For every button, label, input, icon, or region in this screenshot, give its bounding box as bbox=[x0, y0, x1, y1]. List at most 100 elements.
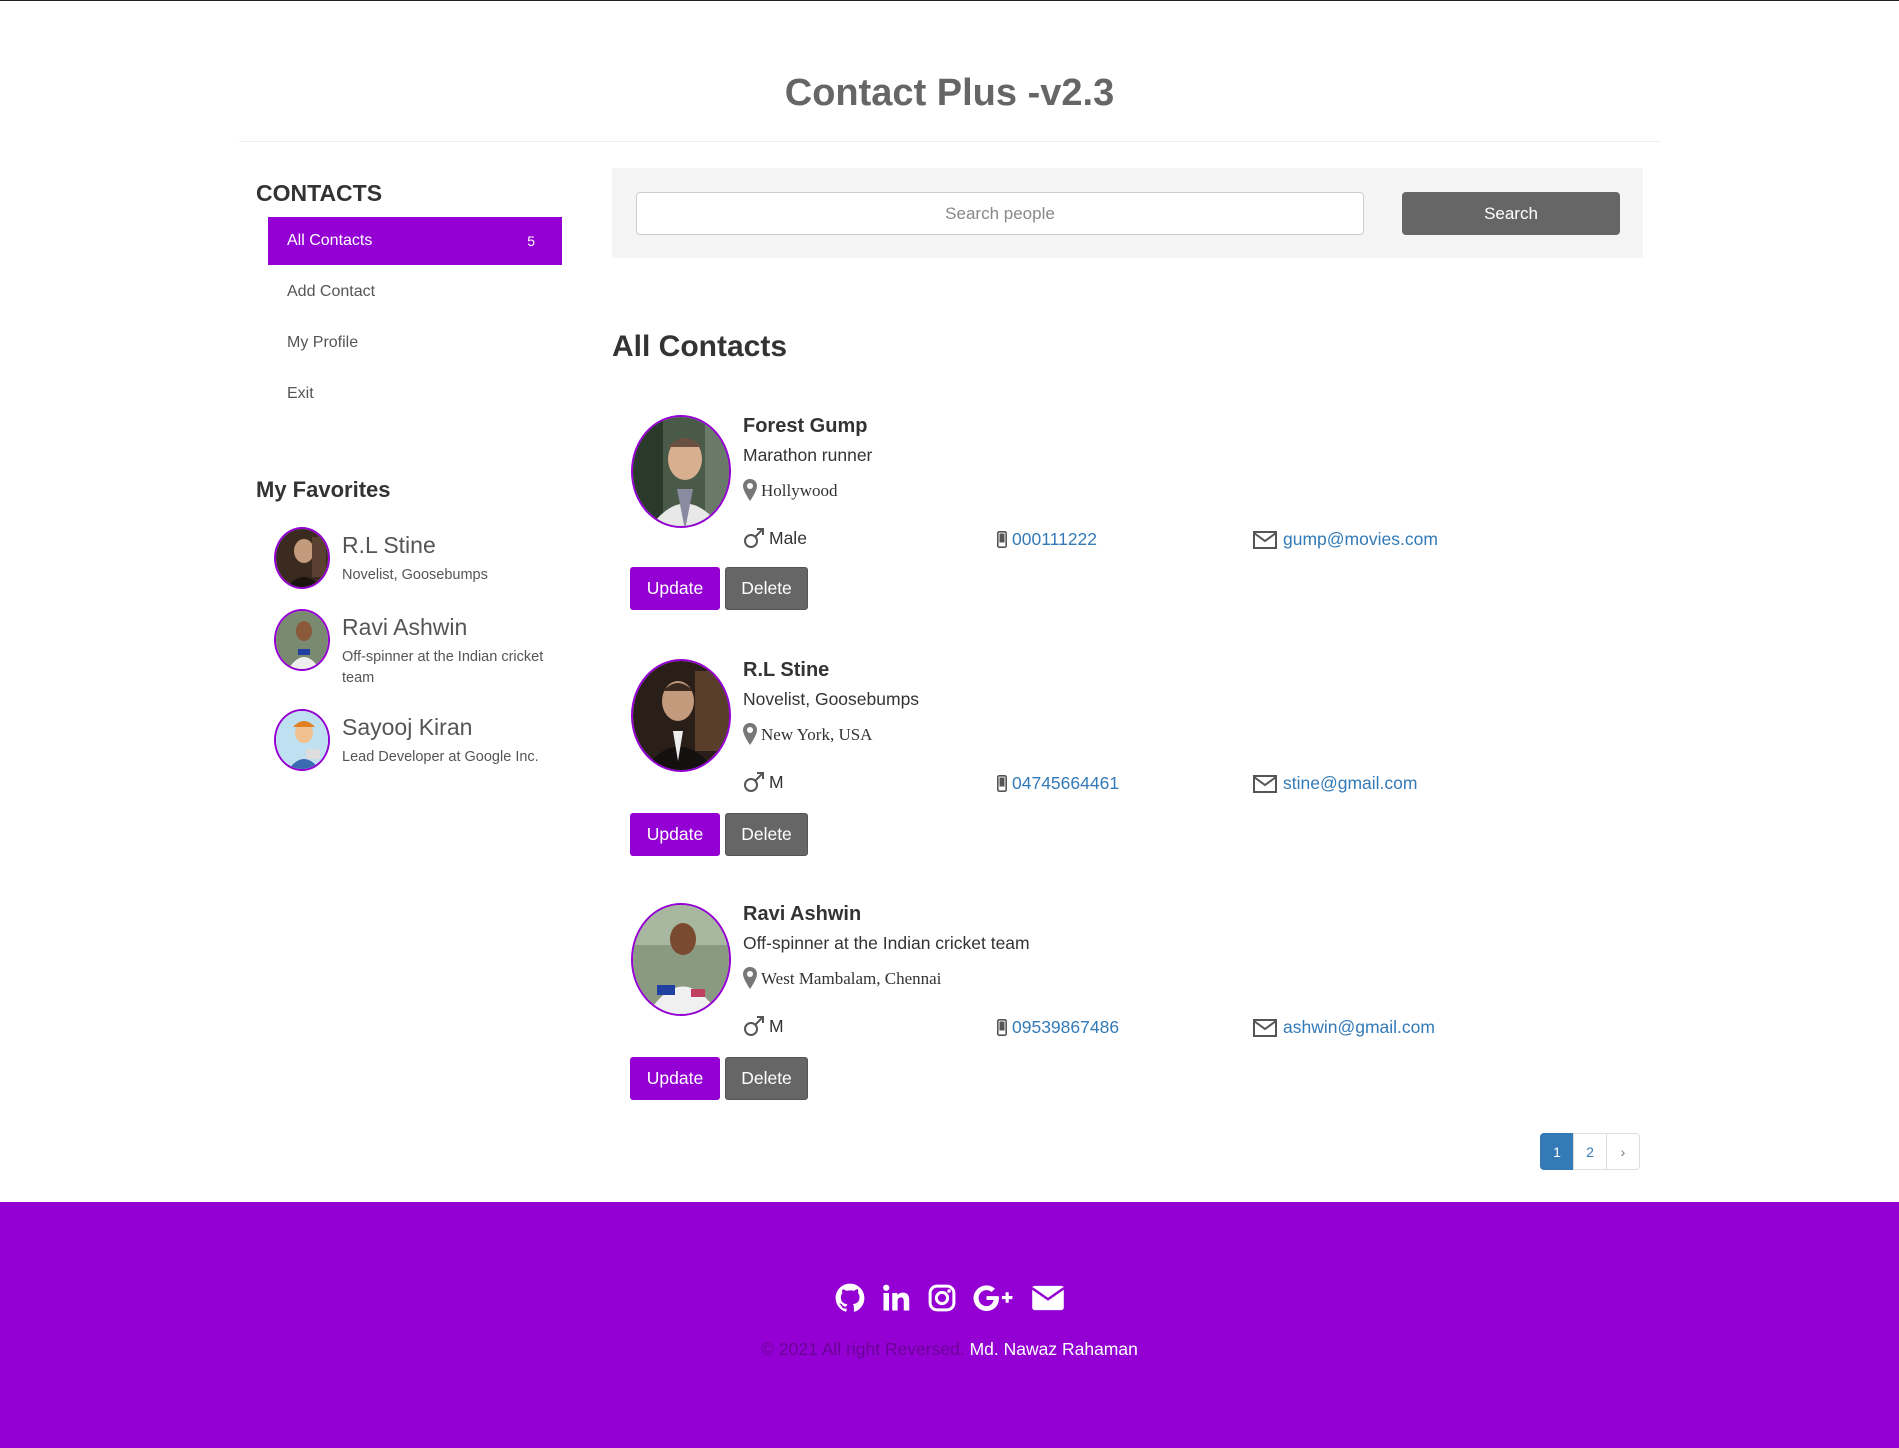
update-button[interactable]: Update bbox=[630, 567, 720, 610]
gender-text: M bbox=[769, 772, 784, 792]
instagram-icon[interactable] bbox=[926, 1282, 958, 1314]
contact-gender: Male bbox=[743, 527, 807, 549]
search-button[interactable]: Search bbox=[1402, 192, 1620, 235]
contact-name: Forest Gump bbox=[743, 415, 868, 437]
avatar bbox=[274, 709, 330, 771]
author-link[interactable]: Md. Nawaz Rahaman bbox=[970, 1339, 1138, 1359]
favorite-desc: Lead Developer at Google Inc. bbox=[342, 749, 539, 765]
phone-link[interactable]: 000111222 bbox=[1012, 529, 1097, 550]
contact-name: R.L Stine bbox=[743, 659, 830, 681]
next-page-button[interactable]: › bbox=[1606, 1133, 1640, 1170]
github-icon[interactable] bbox=[834, 1282, 866, 1314]
gender-text: M bbox=[769, 1016, 784, 1036]
page-1-button[interactable]: 1 bbox=[1540, 1133, 1574, 1170]
contacts-heading: CONTACTS bbox=[256, 180, 383, 206]
avatar bbox=[631, 903, 731, 1016]
sidebar-item-add-contact[interactable]: Add Contact bbox=[268, 268, 562, 316]
envelope-icon bbox=[1253, 1018, 1277, 1037]
contact-description: Novelist, Goosebumps bbox=[743, 689, 920, 709]
update-button[interactable]: Update bbox=[630, 813, 720, 856]
sidebar-item-label: Add Contact bbox=[287, 283, 376, 300]
update-button[interactable]: Update bbox=[630, 1057, 720, 1100]
contact-gender: M bbox=[743, 771, 784, 793]
envelope-icon bbox=[1253, 530, 1277, 549]
favorite-name: Ravi Ashwin bbox=[342, 614, 468, 640]
top-border bbox=[0, 0, 1899, 1]
favorite-desc: Off-spinner at the Indian cricket team bbox=[342, 649, 544, 686]
avatar bbox=[631, 659, 731, 772]
contact-location: West Mambalam, Chennai bbox=[743, 967, 941, 989]
mobile-icon bbox=[997, 775, 1007, 792]
contact-name: Ravi Ashwin bbox=[743, 903, 862, 925]
footer: © 2021 All right Reversed. Md. Nawaz Rah… bbox=[0, 1202, 1899, 1448]
map-marker-icon bbox=[743, 723, 757, 745]
copyright-text: © 2021 All right Reversed. bbox=[761, 1339, 965, 1359]
location-text: New York, USA bbox=[761, 725, 873, 744]
sidebar-nav: All Contacts 5 Add Contact My Profile Ex… bbox=[268, 217, 562, 421]
favorite-item[interactable]: Ravi Ashwin Off-spinner at the Indian cr… bbox=[274, 609, 564, 689]
mobile-icon bbox=[997, 531, 1007, 548]
copyright: © 2021 All right Reversed. Md. Nawaz Rah… bbox=[0, 1339, 1899, 1360]
phone-link[interactable]: 04745664461 bbox=[1012, 773, 1119, 794]
sidebar-item-label: My Profile bbox=[287, 334, 359, 351]
avatar bbox=[274, 609, 330, 671]
email-link[interactable]: stine@gmail.com bbox=[1283, 773, 1417, 794]
contact-phone: 000111222 bbox=[997, 529, 1097, 550]
phone-link[interactable]: 09539867486 bbox=[1012, 1017, 1119, 1038]
delete-button[interactable]: Delete bbox=[725, 1057, 808, 1100]
avatar bbox=[274, 527, 330, 589]
title-divider bbox=[239, 141, 1661, 142]
delete-button[interactable]: Delete bbox=[725, 567, 808, 610]
search-input[interactable] bbox=[636, 192, 1364, 235]
envelope-icon[interactable] bbox=[1030, 1282, 1066, 1314]
pagination: 1 2 › bbox=[1540, 1133, 1640, 1170]
contacts-count-badge: 5 bbox=[527, 233, 535, 249]
favorites-list: R.L Stine Novelist, Goosebumps Ravi Ashw… bbox=[274, 527, 564, 791]
favorite-name: R.L Stine bbox=[342, 532, 436, 558]
sidebar-item-label: Exit bbox=[287, 385, 314, 402]
map-marker-icon bbox=[743, 479, 757, 501]
google-plus-icon[interactable] bbox=[972, 1282, 1016, 1314]
email-link[interactable]: gump@movies.com bbox=[1283, 529, 1438, 550]
contact-card: Forest Gump Marathon runner Hollywood Ma… bbox=[630, 415, 1640, 615]
gender-text: Male bbox=[769, 528, 807, 548]
male-icon bbox=[744, 528, 764, 548]
contact-card: Ravi Ashwin Off-spinner at the Indian cr… bbox=[630, 903, 1640, 1103]
sidebar-item-label: All Contacts bbox=[287, 232, 373, 249]
contact-location: Hollywood bbox=[743, 479, 838, 501]
favorites-heading: My Favorites bbox=[256, 477, 391, 502]
contact-email: ashwin@gmail.com bbox=[1253, 1017, 1435, 1038]
contact-email: gump@movies.com bbox=[1253, 529, 1438, 550]
search-panel: Search bbox=[612, 168, 1643, 258]
favorite-name: Sayooj Kiran bbox=[342, 714, 473, 740]
contact-description: Off-spinner at the Indian cricket team bbox=[743, 933, 1030, 953]
sidebar-item-my-profile[interactable]: My Profile bbox=[268, 319, 562, 367]
favorite-item[interactable]: Sayooj Kiran Lead Developer at Google In… bbox=[274, 709, 564, 771]
male-icon bbox=[744, 1016, 764, 1036]
contact-description: Marathon runner bbox=[743, 445, 873, 465]
contact-email: stine@gmail.com bbox=[1253, 773, 1417, 794]
social-links bbox=[0, 1282, 1899, 1314]
favorite-desc: Novelist, Goosebumps bbox=[342, 567, 488, 583]
app-title: Contact Plus -v2.3 bbox=[784, 72, 1115, 114]
sidebar-item-exit[interactable]: Exit bbox=[268, 370, 562, 418]
male-icon bbox=[744, 772, 764, 792]
linkedin-icon[interactable] bbox=[880, 1282, 912, 1314]
favorite-item[interactable]: R.L Stine Novelist, Goosebumps bbox=[274, 527, 564, 589]
delete-button[interactable]: Delete bbox=[725, 813, 808, 856]
section-title: All Contacts bbox=[612, 330, 788, 363]
contact-phone: 09539867486 bbox=[997, 1017, 1119, 1038]
location-text: Hollywood bbox=[761, 481, 838, 500]
contact-gender: M bbox=[743, 1015, 784, 1037]
page-2-button[interactable]: 2 bbox=[1573, 1133, 1607, 1170]
location-text: West Mambalam, Chennai bbox=[761, 969, 942, 988]
avatar bbox=[631, 415, 731, 528]
contact-phone: 04745664461 bbox=[997, 773, 1119, 794]
map-marker-icon bbox=[743, 967, 757, 989]
contact-location: New York, USA bbox=[743, 723, 872, 745]
contact-card: R.L Stine Novelist, Goosebumps New York,… bbox=[630, 659, 1640, 859]
email-link[interactable]: ashwin@gmail.com bbox=[1283, 1017, 1435, 1038]
sidebar-item-all-contacts[interactable]: All Contacts 5 bbox=[268, 217, 562, 265]
envelope-icon bbox=[1253, 774, 1277, 793]
mobile-icon bbox=[997, 1019, 1007, 1036]
